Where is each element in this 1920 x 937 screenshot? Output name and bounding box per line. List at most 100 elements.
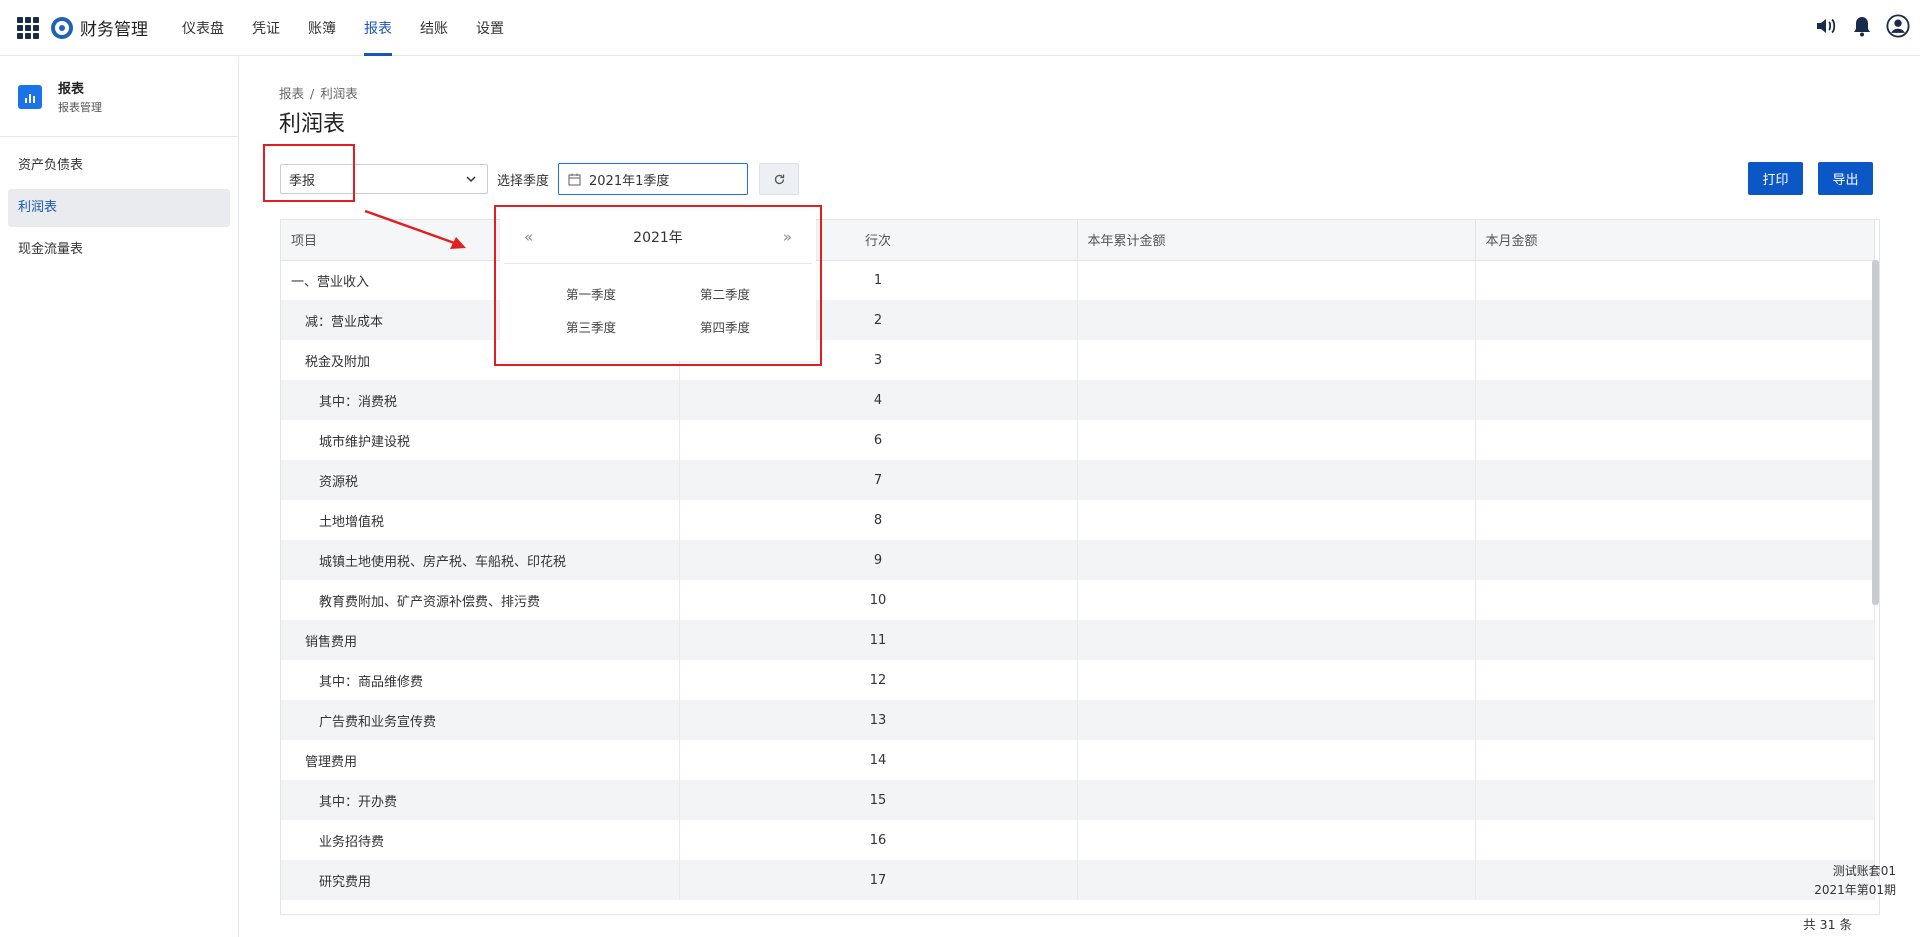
apps-grid-icon[interactable] bbox=[17, 16, 39, 39]
chevron-down-icon bbox=[465, 173, 477, 189]
quarter-picker-popup: « 2021年 » 第一季度 第二季度 第三季度 第四季度 bbox=[500, 211, 816, 361]
account-name: 测试账套01 bbox=[1832, 864, 1896, 878]
quarter-picker-input[interactable]: 2021年1季度 bbox=[558, 163, 748, 195]
cell-ytd-amount bbox=[1077, 740, 1476, 780]
cell-ytd-amount bbox=[1077, 620, 1476, 660]
app-logo bbox=[51, 16, 73, 39]
cell-line: 16 bbox=[679, 820, 1078, 860]
table-row: 土地增值税 8 bbox=[281, 500, 1875, 540]
page-title: 利润表 bbox=[279, 112, 346, 137]
table-row: 其中：开办费 15 bbox=[281, 780, 1875, 820]
sidebar: 报表 报表管理 资产负债表 利润表 现金流量表 bbox=[0, 57, 239, 937]
breadcrumb: 报表 / 利润表 bbox=[279, 83, 358, 102]
cell-line: 7 bbox=[679, 460, 1078, 500]
nav-dashboard[interactable]: 仪表盘 bbox=[172, 0, 234, 56]
breadcrumb-current: 利润表 bbox=[320, 86, 358, 101]
cell-line: 12 bbox=[679, 660, 1078, 700]
refresh-icon bbox=[774, 174, 784, 184]
quarter-value: 2021年1季度 bbox=[589, 173, 670, 189]
cell-line: 10 bbox=[679, 580, 1078, 620]
table-row: 销售费用 11 bbox=[281, 620, 1875, 660]
cell-month-amount bbox=[1475, 660, 1875, 700]
cell-ytd-amount bbox=[1077, 380, 1476, 420]
red-arrow-annotation bbox=[364, 209, 466, 249]
quarter-option-q4[interactable]: 第四季度 bbox=[658, 317, 792, 336]
cell-line: 14 bbox=[679, 740, 1078, 780]
nav-settings[interactable]: 设置 bbox=[466, 0, 514, 56]
cell-item: 土地增值税 bbox=[281, 500, 680, 540]
cell-item: 销售费用 bbox=[281, 620, 680, 660]
cell-month-amount bbox=[1475, 260, 1875, 300]
print-button[interactable]: 打印 bbox=[1748, 162, 1803, 195]
cell-ytd-amount bbox=[1077, 540, 1476, 580]
cell-ytd-amount bbox=[1077, 860, 1476, 900]
sidebar-item-cash-flow[interactable]: 现金流量表 bbox=[8, 231, 230, 269]
column-header-month-amount: 本月金额 bbox=[1475, 220, 1875, 261]
cell-month-amount bbox=[1475, 300, 1875, 340]
column-header-ytd-amount: 本年累计金额 bbox=[1077, 220, 1476, 261]
sidebar-header: 报表 报表管理 bbox=[0, 57, 238, 137]
cell-month-amount bbox=[1475, 580, 1875, 620]
table-row: 管理费用 14 bbox=[281, 740, 1875, 780]
refresh-button[interactable] bbox=[759, 163, 799, 195]
cell-item: 广告费和业务宣传费 bbox=[281, 700, 680, 740]
quarter-option-q3[interactable]: 第三季度 bbox=[524, 317, 658, 336]
sidebar-title: 报表 bbox=[58, 82, 85, 97]
cell-item: 城镇土地使用税、房产税、车船税、印花税 bbox=[281, 540, 680, 580]
cell-month-amount bbox=[1475, 700, 1875, 740]
table-scrollbar[interactable] bbox=[1872, 260, 1879, 605]
cell-ytd-amount bbox=[1077, 700, 1476, 740]
cell-item: 研究费用 bbox=[281, 860, 680, 900]
cell-ytd-amount bbox=[1077, 660, 1476, 700]
table-row: 教育费附加、矿产资源补偿费、排污费 10 bbox=[281, 580, 1875, 620]
table-row: 资源税 7 bbox=[281, 460, 1875, 500]
sidebar-subtitle: 报表管理 bbox=[58, 101, 102, 114]
table-row: 其中：消费税 4 bbox=[281, 380, 1875, 420]
cell-month-amount bbox=[1475, 500, 1875, 540]
cell-item: 其中：开办费 bbox=[281, 780, 680, 820]
cell-ytd-amount bbox=[1077, 460, 1476, 500]
nav-ledger[interactable]: 账簿 bbox=[298, 0, 346, 56]
bar-chart-icon bbox=[18, 84, 42, 109]
picker-year[interactable]: 2021年 bbox=[633, 227, 683, 247]
cell-ytd-amount bbox=[1077, 820, 1476, 860]
cell-ytd-amount bbox=[1077, 340, 1476, 380]
cell-ytd-amount bbox=[1077, 260, 1476, 300]
cell-item: 教育费附加、矿产资源补偿费、排污费 bbox=[281, 580, 680, 620]
cell-ytd-amount bbox=[1077, 580, 1476, 620]
cell-item: 管理费用 bbox=[281, 740, 680, 780]
cell-line: 13 bbox=[679, 700, 1078, 740]
nav-reports[interactable]: 报表 bbox=[354, 0, 402, 56]
cell-item: 资源税 bbox=[281, 460, 680, 500]
sidebar-item-income-statement[interactable]: 利润表 bbox=[8, 189, 230, 227]
bell-icon[interactable] bbox=[1850, 14, 1874, 38]
user-icon[interactable] bbox=[1886, 14, 1910, 38]
cell-ytd-amount bbox=[1077, 300, 1476, 340]
cell-month-amount bbox=[1475, 460, 1875, 500]
export-button[interactable]: 导出 bbox=[1818, 162, 1873, 195]
cell-month-amount bbox=[1475, 380, 1875, 420]
sidebar-item-balance-sheet[interactable]: 资产负债表 bbox=[8, 147, 230, 185]
main-nav: 仪表盘 凭证 账簿 报表 结账 设置 bbox=[172, 0, 522, 56]
cell-month-amount bbox=[1475, 620, 1875, 660]
volume-icon[interactable] bbox=[1814, 14, 1838, 38]
nav-closing[interactable]: 结账 bbox=[410, 0, 458, 56]
cell-line: 8 bbox=[679, 500, 1078, 540]
breadcrumb-root[interactable]: 报表 bbox=[279, 86, 304, 101]
cell-month-amount bbox=[1475, 420, 1875, 460]
cell-item: 其中：商品维修费 bbox=[281, 660, 680, 700]
table-row: 广告费和业务宣传费 13 bbox=[281, 700, 1875, 740]
top-bar: 财务管理 仪表盘 凭证 账簿 报表 结账 设置 bbox=[0, 0, 1920, 56]
quarter-option-q1[interactable]: 第一季度 bbox=[524, 284, 658, 303]
quarter-option-q2[interactable]: 第二季度 bbox=[658, 284, 792, 303]
double-chevron-left-icon[interactable]: « bbox=[524, 228, 533, 246]
cell-month-amount bbox=[1475, 780, 1875, 820]
double-chevron-right-icon[interactable]: » bbox=[783, 228, 792, 246]
cell-line: 4 bbox=[679, 380, 1078, 420]
cell-line: 6 bbox=[679, 420, 1078, 460]
cell-ytd-amount bbox=[1077, 500, 1476, 540]
nav-voucher[interactable]: 凭证 bbox=[242, 0, 290, 56]
cell-line: 11 bbox=[679, 620, 1078, 660]
cell-line: 9 bbox=[679, 540, 1078, 580]
account-info: 测试账套01 2021年第01期 bbox=[1814, 862, 1896, 900]
